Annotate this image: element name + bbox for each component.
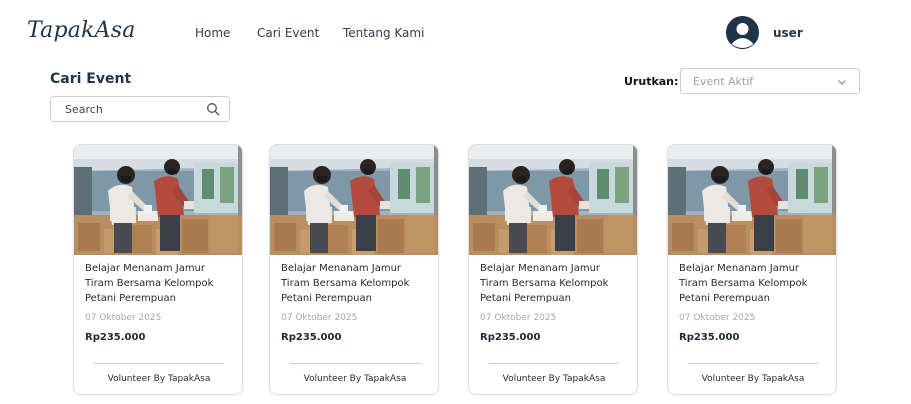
- card-divider: [290, 363, 420, 364]
- user-avatar-icon[interactable]: [726, 16, 759, 49]
- nav-link-cari-event[interactable]: Cari Event: [257, 26, 319, 40]
- card-divider: [489, 363, 619, 364]
- card-divider: [94, 363, 224, 364]
- event-date: 07 Oktober 2025: [85, 313, 162, 323]
- event-image[interactable]: [668, 145, 837, 255]
- sort-selected-value: Event Aktif: [693, 75, 754, 88]
- event-title[interactable]: Belajar Menanam Jamur Tiram Bersama Kelo…: [480, 261, 630, 306]
- navbar: TapakAsa Home Cari Event Tentang Kami us…: [0, 0, 911, 64]
- event-date: 07 Oktober 2025: [281, 313, 358, 323]
- search-box[interactable]: [50, 96, 230, 122]
- event-organizer: Volunteer By TapakAsa: [701, 374, 805, 384]
- event-image[interactable]: [74, 145, 243, 255]
- event-organizer: Volunteer By TapakAsa: [303, 374, 407, 384]
- event-price: Rp235.000: [85, 332, 146, 343]
- event-price: Rp235.000: [679, 332, 740, 343]
- sort-label: Urutkan:: [624, 75, 679, 88]
- search-input[interactable]: [65, 101, 205, 117]
- user-name[interactable]: user: [773, 26, 803, 40]
- chevron-down-icon: [838, 80, 846, 85]
- event-card[interactable]: Belajar Menanam Jamur Tiram Bersama Kelo…: [667, 144, 837, 395]
- card-divider: [688, 363, 818, 364]
- event-card[interactable]: Belajar Menanam Jamur Tiram Bersama Kelo…: [269, 144, 439, 395]
- event-image[interactable]: [469, 145, 638, 255]
- event-organizer: Volunteer By TapakAsa: [107, 374, 211, 384]
- event-organizer: Volunteer By TapakAsa: [502, 374, 606, 384]
- event-title[interactable]: Belajar Menanam Jamur Tiram Bersama Kelo…: [679, 261, 829, 306]
- event-card[interactable]: Belajar Menanam Jamur Tiram Bersama Kelo…: [468, 144, 638, 395]
- brand-logo[interactable]: TapakAsa: [27, 18, 136, 43]
- nav-link-home[interactable]: Home: [195, 26, 230, 40]
- nav-link-tentang-kami[interactable]: Tentang Kami: [343, 26, 424, 40]
- search-icon[interactable]: [206, 102, 220, 116]
- page-title: Cari Event: [50, 71, 132, 87]
- event-price: Rp235.000: [480, 332, 541, 343]
- event-title[interactable]: Belajar Menanam Jamur Tiram Bersama Kelo…: [281, 261, 431, 306]
- event-price: Rp235.000: [281, 332, 342, 343]
- event-title[interactable]: Belajar Menanam Jamur Tiram Bersama Kelo…: [85, 261, 235, 306]
- sort-select[interactable]: Event Aktif: [680, 68, 860, 94]
- event-card[interactable]: Belajar Menanam Jamur Tiram Bersama Kelo…: [73, 144, 243, 395]
- event-date: 07 Oktober 2025: [679, 313, 756, 323]
- event-date: 07 Oktober 2025: [480, 313, 557, 323]
- event-image[interactable]: [270, 145, 439, 255]
